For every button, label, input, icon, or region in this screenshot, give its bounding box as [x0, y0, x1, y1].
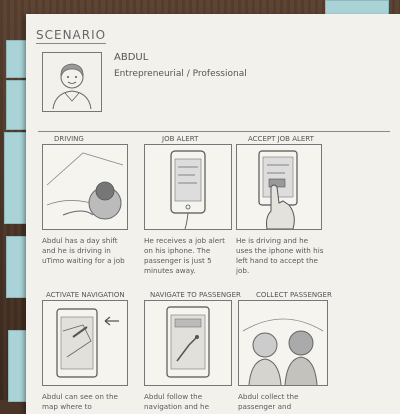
section-divider — [38, 131, 390, 132]
panel-label-navigate-passenger: NAVIGATE TO PASSENGER — [150, 291, 241, 299]
phone-map-icon — [42, 300, 128, 386]
panel-caption-accept-job: He is driving and he uses the iphone wit… — [236, 236, 324, 275]
passengers-icon — [238, 300, 328, 386]
person-portrait-icon — [42, 52, 102, 112]
persona-name: ABDUL — [114, 52, 149, 63]
panel-label-job-alert: JOB ALERT — [162, 135, 199, 143]
panel-caption-driving: Abdul has a day shift and he is driving … — [42, 236, 125, 265]
panel-label-collect-passenger: COLLECT PASSENGER — [256, 291, 332, 299]
panel-caption-collect-passenger: Abdul collect the passenger and — [238, 392, 299, 411]
panel-caption-navigate-passenger: Abdul follow the navigation and he — [144, 392, 210, 411]
phone-alert-icon — [144, 144, 232, 230]
panel-caption-activate-navigation: Abdul can see on the map where to — [42, 392, 118, 411]
panel-caption-job-alert: He receives a job alert on his iphone. T… — [144, 236, 225, 275]
car-interior-icon — [42, 144, 128, 230]
phone-navigation-icon — [144, 300, 232, 386]
page-title: SCENARIO — [36, 28, 107, 44]
panel-label-accept-job: ACCEPT JOB ALERT — [248, 135, 314, 143]
storyboard-page: SCENARIO ABDUL Entrepreneurial / Profess… — [26, 14, 400, 414]
persona-role: Entrepreneurial / Professional — [114, 69, 247, 79]
panel-label-driving: DRIVING — [54, 135, 84, 143]
hand-phone-icon — [236, 144, 322, 230]
panel-label-activate-navigation: ACTIVATE NAVIGATION — [46, 291, 125, 299]
